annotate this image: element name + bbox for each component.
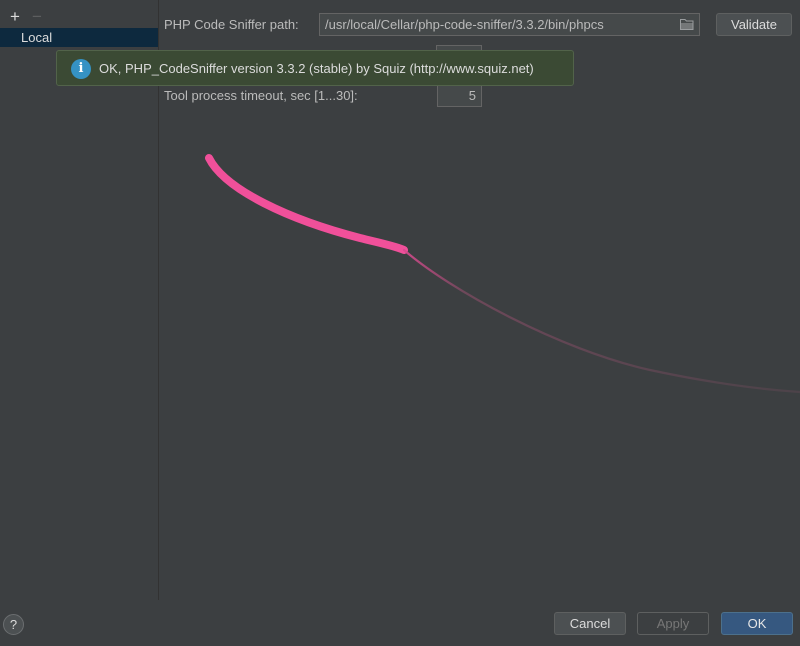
path-field[interactable] (319, 13, 700, 36)
apply-button[interactable]: Apply (637, 612, 709, 635)
sidebar: + − Local (0, 0, 159, 600)
remove-icon[interactable]: − (28, 8, 46, 26)
cancel-button[interactable]: Cancel (554, 612, 626, 635)
path-label: PHP Code Sniffer path: (164, 17, 299, 32)
help-button[interactable]: ? (3, 614, 24, 635)
folder-icon[interactable] (680, 18, 694, 30)
tooltip-text: OK, PHP_CodeSniffer version 3.3.2 (stabl… (99, 61, 534, 76)
sidebar-toolbar: + − (6, 6, 46, 28)
timeout-input[interactable]: 5 (437, 85, 482, 107)
path-input[interactable] (320, 14, 675, 35)
ok-button[interactable]: OK (721, 612, 793, 635)
trail-tail (402, 248, 800, 394)
trail-head (205, 154, 408, 254)
info-icon: i (71, 59, 91, 79)
sidebar-item-local[interactable]: Local (0, 28, 158, 47)
validation-tooltip: i OK, PHP_CodeSniffer version 3.3.2 (sta… (56, 50, 574, 86)
add-icon[interactable]: + (6, 8, 24, 26)
validate-button[interactable]: Validate (716, 13, 792, 36)
timeout-label: Tool process timeout, sec [1...30]: (164, 88, 358, 103)
